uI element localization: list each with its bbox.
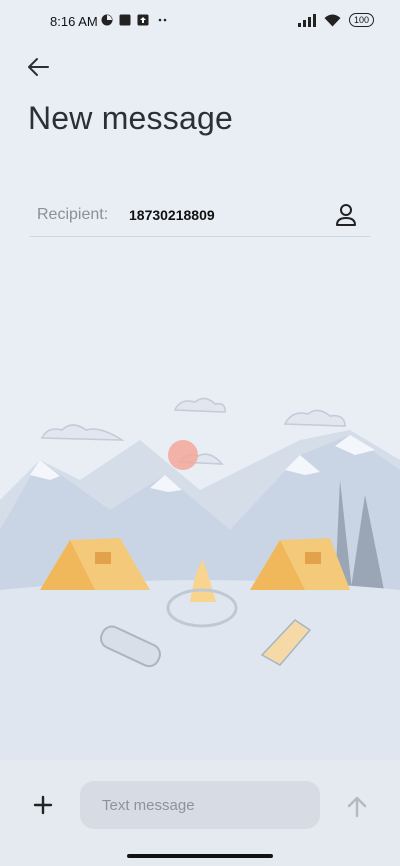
message-input-field[interactable]: [80, 781, 320, 829]
upload-app-icon: [137, 14, 149, 26]
status-icons-left: [101, 14, 171, 26]
plus-icon: [33, 795, 53, 815]
more-dots-icon: [158, 18, 167, 22]
status-time: 8:16 AM: [50, 14, 98, 29]
home-indicator: [127, 854, 273, 858]
recipient-value[interactable]: 18730218809: [129, 207, 215, 223]
person-icon: [336, 204, 356, 226]
recipient-row[interactable]: Recipient: 18730218809: [30, 196, 370, 237]
camping-scene-illustration: [0, 397, 400, 760]
add-attachment-button[interactable]: [22, 780, 64, 830]
signal-icon: [297, 13, 316, 27]
back-button[interactable]: [24, 54, 54, 80]
status-icons-right: 100: [297, 13, 374, 27]
send-arrow-icon: [347, 796, 367, 818]
send-button[interactable]: [340, 790, 374, 824]
battery-indicator: 100: [348, 13, 374, 27]
wifi-icon: [324, 14, 341, 26]
status-bar: 8:16 AM 100: [0, 0, 400, 44]
contact-picker-button[interactable]: [334, 202, 358, 228]
pie-chart-icon: [101, 14, 113, 26]
square-app-icon: [119, 14, 131, 26]
page-title: New message: [28, 100, 233, 136]
back-arrow-icon: [28, 58, 49, 76]
recipient-label: Recipient:: [37, 206, 109, 223]
message-input[interactable]: [80, 781, 302, 829]
